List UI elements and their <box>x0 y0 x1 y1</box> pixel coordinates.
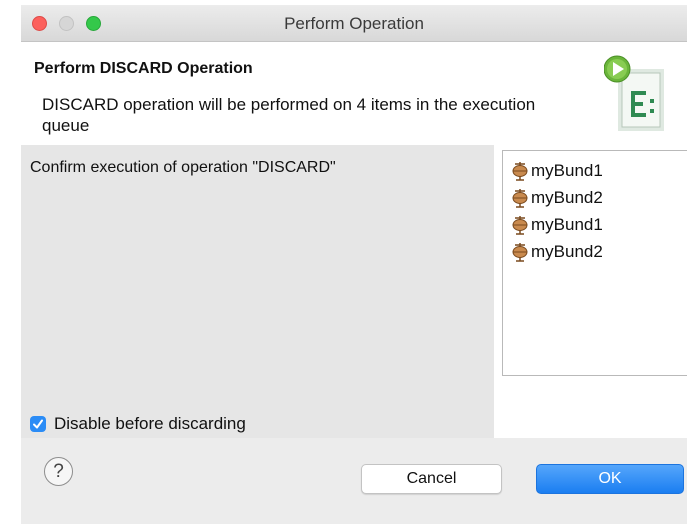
window-title: Perform Operation <box>284 14 424 33</box>
title-bar: Perform Operation <box>21 5 687 42</box>
bundle-icon <box>512 216 528 235</box>
disable-before-discarding-option[interactable]: Disable before discarding <box>30 414 246 434</box>
cancel-button[interactable]: Cancel <box>361 464 502 494</box>
dialog-banner: Perform DISCARD Operation DISCARD operat… <box>21 42 687 145</box>
bundle-icon <box>512 243 528 262</box>
items-pane: myBund1 myBund2 myBund1 myBund2 <box>494 145 687 438</box>
banner-title: Perform DISCARD Operation <box>34 60 253 77</box>
list-item[interactable]: myBund2 <box>512 240 603 264</box>
bundle-icon <box>512 162 528 181</box>
confirmation-pane: Confirm execution of operation "DISCARD"… <box>21 145 494 438</box>
list-item[interactable]: myBund1 <box>512 213 603 237</box>
list-item-label: myBund1 <box>531 215 603 234</box>
banner-description: DISCARD operation will be performed on 4… <box>42 95 536 135</box>
disable-before-discarding-checkbox[interactable] <box>30 416 46 432</box>
dialog-window: Perform Operation Perform DISCARD Operat… <box>21 5 687 524</box>
list-item-label: myBund2 <box>531 188 603 207</box>
help-icon: ? <box>53 460 64 482</box>
disable-before-discarding-label[interactable]: Disable before discarding <box>54 414 246 434</box>
list-item[interactable]: myBund1 <box>512 159 603 183</box>
execute-queue-icon <box>604 55 664 131</box>
checkmark-icon <box>33 419 43 429</box>
list-item[interactable]: myBund2 <box>512 186 603 210</box>
list-item-label: myBund2 <box>531 242 603 261</box>
help-button[interactable]: ? <box>44 457 73 486</box>
bundle-icon <box>512 189 528 208</box>
ok-button[interactable]: OK <box>536 464 684 494</box>
confirm-message: Confirm execution of operation "DISCARD" <box>30 159 336 176</box>
list-item-label: myBund1 <box>531 161 603 180</box>
queue-items-list[interactable]: myBund1 myBund2 myBund1 myBund2 <box>502 150 687 376</box>
